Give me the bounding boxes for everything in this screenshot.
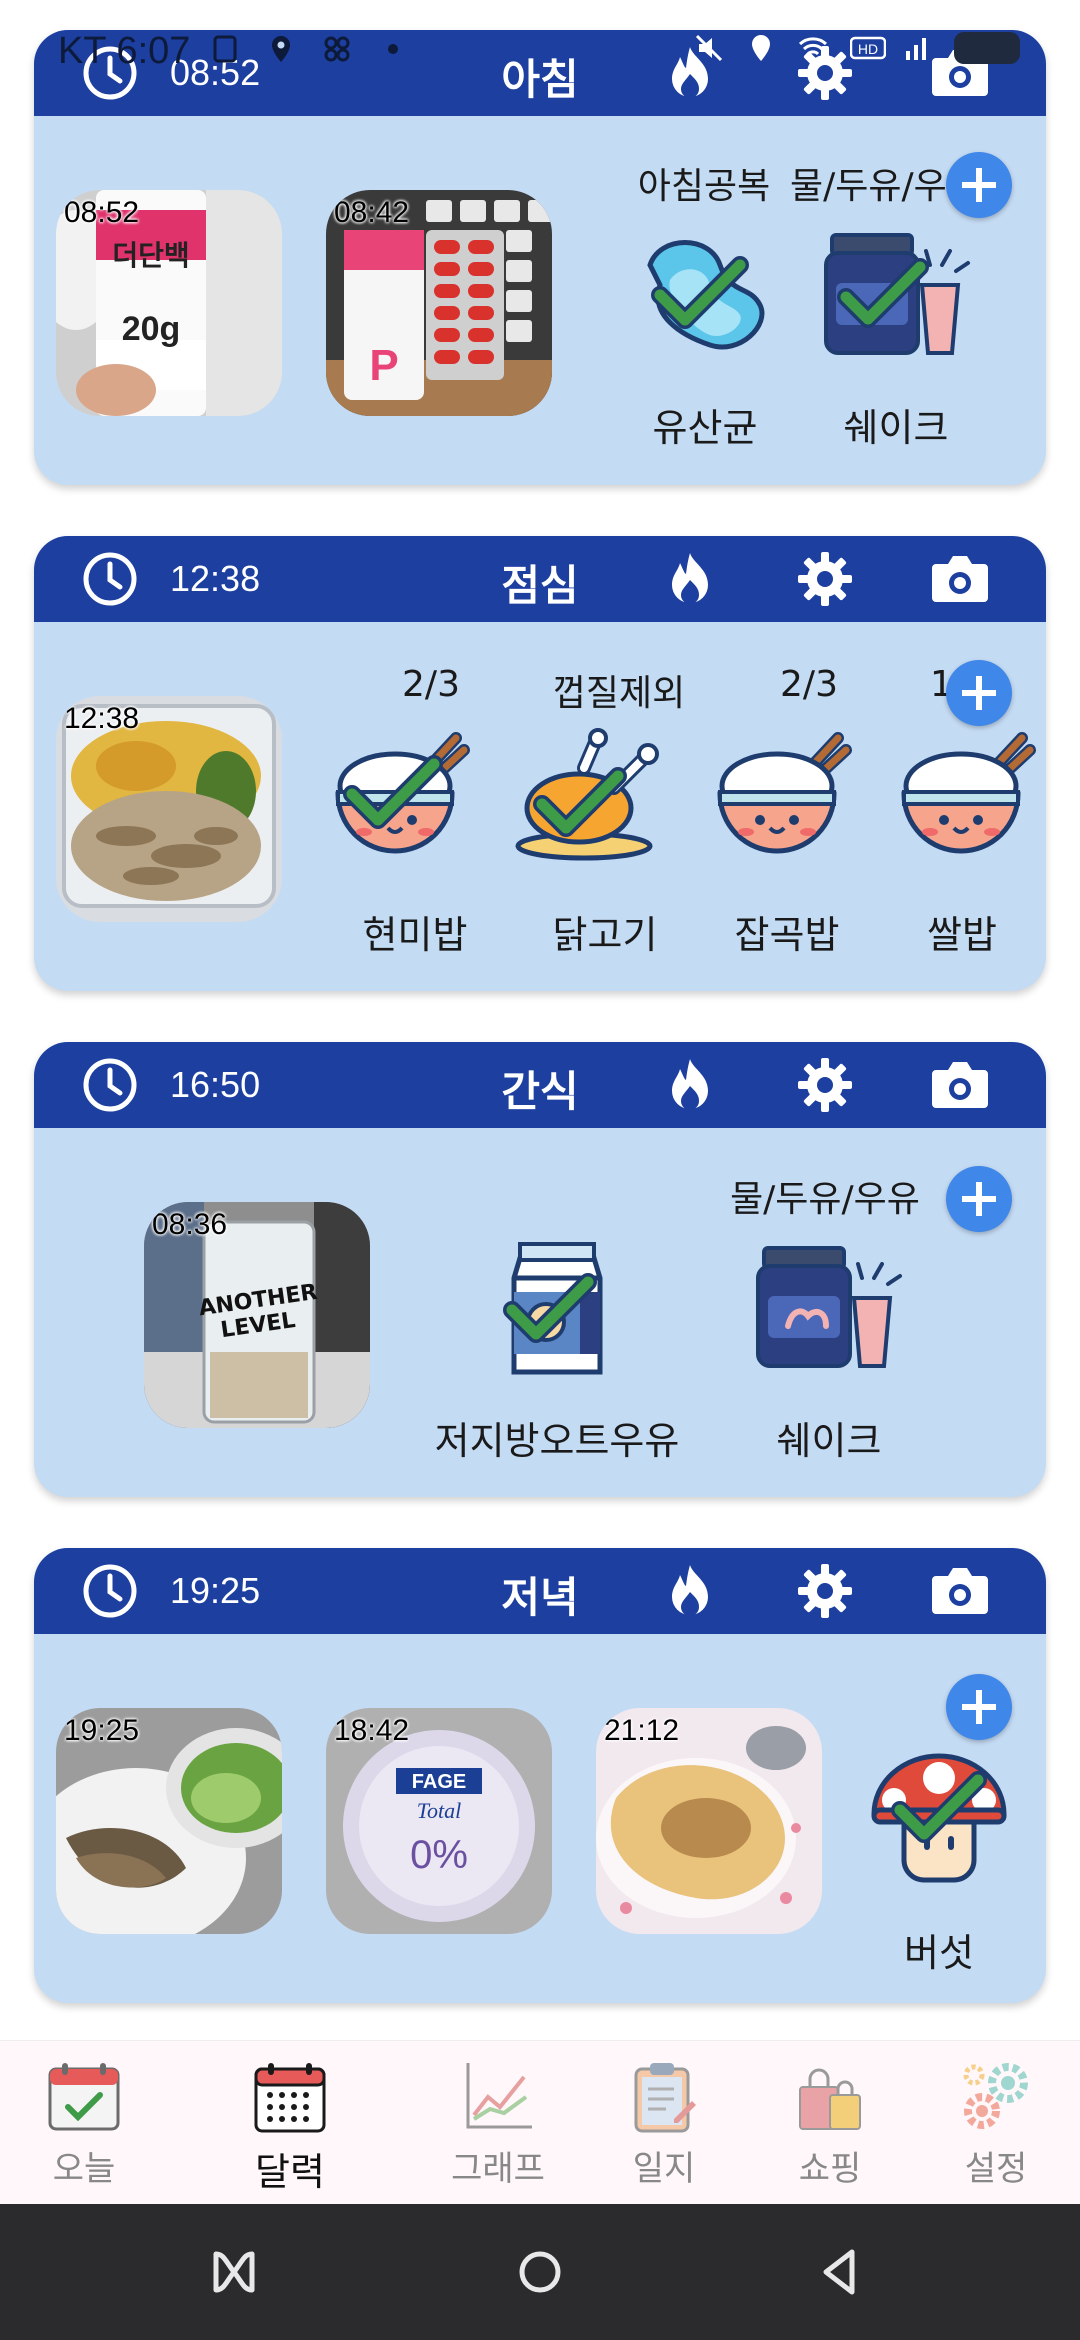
- recent-apps-icon[interactable]: [206, 2244, 262, 2300]
- protein-shake-icon[interactable]: [822, 225, 972, 365]
- line-graph-icon: [466, 2063, 532, 2129]
- nav-label: 그래프: [451, 2149, 545, 2189]
- photo-timestamp: 08:36: [152, 1208, 228, 1241]
- fire-icon[interactable]: [662, 550, 718, 608]
- chicken-icon[interactable]: [514, 728, 664, 868]
- meal-header: 16:50 간식: [34, 1042, 1046, 1128]
- svg-text:20g: 20g: [122, 310, 181, 348]
- add-food-button[interactable]: [946, 1166, 1012, 1232]
- nav-graph[interactable]: 그래프: [428, 2059, 568, 2199]
- meal-title: 저녁: [501, 1573, 579, 1622]
- food-label: 쉐이크: [843, 406, 949, 450]
- meal-photo[interactable]: 12:38: [56, 696, 282, 922]
- food-label: 저지방오트우유: [434, 1419, 680, 1463]
- nav-journal[interactable]: 일지: [594, 2059, 734, 2199]
- camera-icon[interactable]: [930, 1564, 990, 1618]
- photo-timestamp: 21:12: [604, 1714, 680, 1747]
- system-nav-bar: [0, 2204, 1080, 2340]
- add-food-button[interactable]: [946, 660, 1012, 726]
- food-note: 2/3: [780, 664, 838, 705]
- meal-title: 점심: [501, 561, 579, 610]
- food-label: 현미밥: [362, 913, 468, 957]
- nav-today[interactable]: 오늘: [14, 2059, 154, 2199]
- shopping-bag-icon: [799, 2068, 861, 2130]
- home-icon[interactable]: [512, 2244, 568, 2300]
- calendar-check-icon: [48, 2063, 120, 2131]
- add-food-button[interactable]: [946, 1674, 1012, 1740]
- meal-header: 08:52 아침: [34, 30, 1046, 116]
- gear-icon[interactable]: [796, 1562, 854, 1620]
- food-label: 버섯: [904, 1931, 974, 1975]
- food-note: 아침공복: [637, 166, 771, 207]
- photo-timestamp: 12:38: [64, 702, 140, 735]
- gear-icon[interactable]: [796, 550, 854, 608]
- food-note: 물/두유/우유: [730, 1179, 920, 1220]
- fire-icon[interactable]: [662, 1056, 718, 1114]
- meal-title: 간식: [501, 1067, 579, 1116]
- meal-header: 12:38 점심: [34, 536, 1046, 622]
- milk-carton-icon[interactable]: [482, 1238, 632, 1378]
- photo-timestamp: 18:42: [334, 1714, 410, 1747]
- fire-icon[interactable]: [662, 44, 718, 102]
- mushroom-icon[interactable]: [864, 1744, 1014, 1884]
- nav-label: 일지: [632, 2149, 696, 2189]
- gear-icon[interactable]: [796, 44, 854, 102]
- meal-title: 아침: [501, 55, 579, 104]
- probiotic-icon[interactable]: [630, 225, 780, 365]
- rice-bowl-icon[interactable]: [712, 728, 852, 868]
- food-label: 쉐이크: [776, 1419, 882, 1463]
- rice-bowl-icon[interactable]: [896, 728, 1036, 868]
- meal-card-lunch: 12:38 점심 12:38 2/3 현미밥 껍질제외 닭고기 2/3 잡곡밥 …: [34, 536, 1046, 991]
- camera-icon[interactable]: [930, 46, 990, 100]
- bottom-nav: 오늘 달력 그래프 일지 쇼핑 설정: [0, 2040, 1080, 2204]
- nav-settings[interactable]: 설정: [926, 2059, 1066, 2199]
- meal-photo[interactable]: 더단백 20g 08:52: [56, 190, 282, 416]
- svg-text:더단백: 더단백: [112, 239, 189, 272]
- nav-calendar[interactable]: 달력: [220, 2059, 360, 2199]
- svg-text:Total: Total: [417, 1798, 461, 1823]
- meal-photo[interactable]: FAGE Total 0% 18:42: [326, 1708, 552, 1934]
- nav-label: 달력: [255, 2150, 325, 2194]
- rice-bowl-icon[interactable]: [330, 728, 470, 868]
- nav-label: 오늘: [52, 2149, 116, 2189]
- back-icon[interactable]: [812, 2244, 868, 2300]
- clipboard-icon: [634, 2063, 696, 2133]
- food-note: 2/3: [402, 664, 460, 705]
- nav-label: 설정: [964, 2149, 1028, 2189]
- add-food-button[interactable]: [946, 152, 1012, 218]
- meal-photo[interactable]: 19:25: [56, 1708, 282, 1934]
- meal-photo[interactable]: ANOTHER LEVEL 08:36: [144, 1202, 370, 1428]
- fire-icon[interactable]: [662, 1562, 718, 1620]
- food-label: 잡곡밥: [734, 913, 840, 957]
- svg-text:0%: 0%: [410, 1833, 468, 1877]
- nav-shopping[interactable]: 쇼핑: [760, 2059, 900, 2199]
- meal-card-dinner: 19:25 저녁 19:25 FAGE Total 0% 18:42 21:12…: [34, 1548, 1046, 2003]
- food-label: 닭고기: [552, 913, 658, 957]
- meal-card-snack: 16:50 간식 ANOTHER LEVEL 08:36 저지방오트우유 물/두…: [34, 1042, 1046, 1497]
- gears-icon: [963, 2063, 1028, 2129]
- photo-timestamp: 08:42: [334, 196, 410, 229]
- camera-icon[interactable]: [930, 1058, 990, 1112]
- camera-icon[interactable]: [930, 552, 990, 606]
- svg-text:P: P: [369, 341, 398, 390]
- food-label: 쌀밥: [927, 913, 997, 957]
- nav-label: 쇼핑: [798, 2149, 862, 2189]
- meal-card-breakfast: 08:52 아침 더단백 20g 08:52 P 08:42 아침공복 유산균 …: [34, 30, 1046, 485]
- meal-header: 19:25 저녁: [34, 1548, 1046, 1634]
- food-note: 껍질제외: [552, 673, 686, 714]
- photo-timestamp: 08:52: [64, 196, 140, 229]
- meal-photo[interactable]: P 08:42: [326, 190, 552, 416]
- photo-timestamp: 19:25: [64, 1714, 140, 1747]
- svg-text:FAGE: FAGE: [412, 1771, 466, 1793]
- protein-shake-icon[interactable]: [754, 1238, 904, 1378]
- food-label: 유산균: [652, 406, 758, 450]
- gear-icon[interactable]: [796, 1056, 854, 1114]
- meal-photo[interactable]: 21:12: [596, 1708, 822, 1934]
- calendar-grid-icon: [254, 2063, 326, 2133]
